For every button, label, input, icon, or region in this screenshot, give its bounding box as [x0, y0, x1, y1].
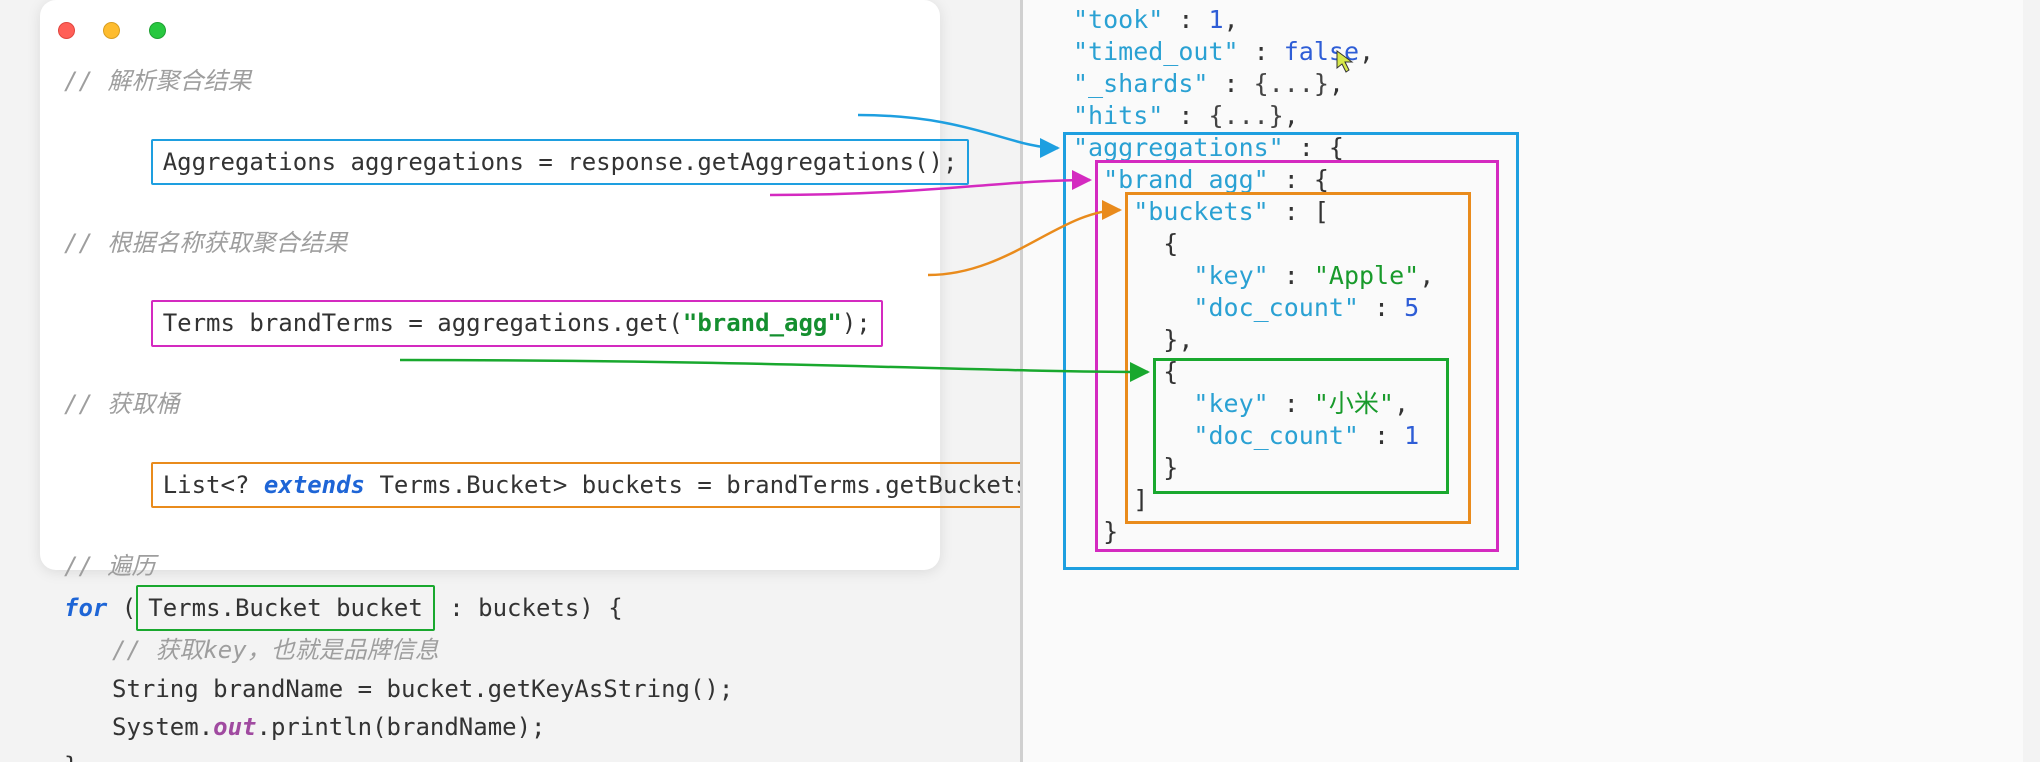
json-line-b2-key: "key" : "小米", — [1023, 388, 2023, 420]
json-line-took: "took" : 1, — [1023, 4, 2023, 36]
comment-get-key: // 获取key，也就是品牌信息 — [64, 631, 916, 669]
line-brandname: String brandName = bucket.getKeyAsString… — [64, 670, 916, 708]
json-line-hits: "hits" : {...}, — [1023, 100, 2023, 132]
window-close-dot[interactable] — [58, 22, 75, 39]
keyword-for: for — [64, 594, 107, 622]
comment-get-by-name: // 根据名称获取聚合结果 — [64, 224, 916, 262]
code-text: : buckets) { — [435, 594, 623, 622]
mouse-cursor-icon — [1336, 50, 1356, 85]
comment-parse-agg: // 解析聚合结果 — [64, 62, 916, 100]
code-text: System. — [112, 713, 213, 741]
json-line-b1-open: { — [1023, 228, 2023, 260]
code-text: Terms.Bucket> buckets = brandTerms.getBu… — [365, 471, 1073, 499]
window-titlebar — [40, 0, 940, 54]
code-text: Terms brandTerms = aggregations.get( — [163, 309, 683, 337]
json-line-brand-agg: "brand_agg" : { — [1023, 164, 2023, 196]
json-line-b1-count: "doc_count" : 5 — [1023, 292, 2023, 324]
static-out: out — [213, 713, 256, 741]
code-editor-window: // 解析聚合结果 Aggregations aggregations = re… — [40, 0, 940, 570]
boxed-buckets-list: List<? extends Terms.Bucket> buckets = b… — [151, 462, 1085, 508]
json-response-panel: "took" : 1, "timed_out" : false, "_shard… — [1020, 0, 2023, 762]
line-get-aggregations: Aggregations aggregations = response.get… — [64, 100, 916, 223]
boxed-terms-get: Terms brandTerms = aggregations.get("bra… — [151, 300, 883, 346]
line-get-terms: Terms brandTerms = aggregations.get("bra… — [64, 262, 916, 385]
line-for-loop: for (Terms.Bucket bucket : buckets) { — [64, 585, 916, 631]
json-line-timed-out: "timed_out" : false, — [1023, 36, 2023, 68]
code-editor-body: // 解析聚合结果 Aggregations aggregations = re… — [40, 54, 940, 762]
line-get-buckets: List<? extends Terms.Bucket> buckets = b… — [64, 424, 916, 547]
json-line-b1-close: }, — [1023, 324, 2023, 356]
json-line-aggregations: "aggregations" : { — [1023, 132, 2023, 164]
json-line-b2-count: "doc_count" : 1 — [1023, 420, 2023, 452]
boxed-aggregations-call: Aggregations aggregations = response.get… — [151, 139, 970, 185]
code-text: .println(brandName); — [257, 713, 546, 741]
json-line-shards: "_shards" : {...}, — [1023, 68, 2023, 100]
code-text: ( — [107, 594, 136, 622]
window-minimize-dot[interactable] — [103, 22, 120, 39]
json-line-brand-close: } — [1023, 516, 2023, 548]
code-text: List<? — [163, 471, 264, 499]
json-line-buckets-close: ] — [1023, 484, 2023, 516]
boxed-bucket-var: Terms.Bucket bucket — [136, 585, 435, 631]
json-line-buckets: "buckets" : [ — [1023, 196, 2023, 228]
window-zoom-dot[interactable] — [149, 22, 166, 39]
json-line-b1-key: "key" : "Apple", — [1023, 260, 2023, 292]
line-closing-brace: } — [64, 747, 916, 762]
code-text: ); — [842, 309, 871, 337]
comment-iterate: // 遍历 — [64, 547, 916, 585]
line-println: System.out.println(brandName); — [64, 708, 916, 746]
keyword-extends: extends — [264, 471, 365, 499]
string-literal: "brand_agg" — [683, 309, 842, 337]
comment-get-buckets: // 获取桶 — [64, 385, 916, 423]
json-line-b2-close: } — [1023, 452, 2023, 484]
json-line-b2-open: { — [1023, 356, 2023, 388]
